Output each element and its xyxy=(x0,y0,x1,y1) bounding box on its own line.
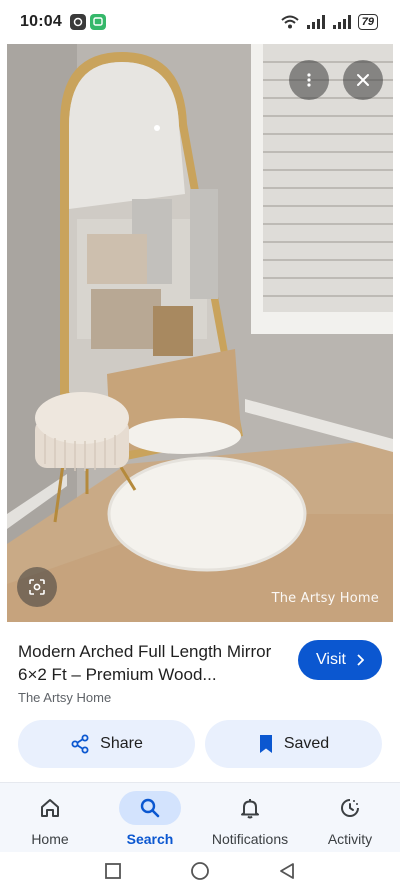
close-button[interactable] xyxy=(343,60,383,100)
notification-icons xyxy=(69,14,106,30)
signal-icon xyxy=(306,15,325,29)
back-icon[interactable] xyxy=(278,862,296,880)
saved-label: Saved xyxy=(283,735,330,752)
battery-indicator: 79 xyxy=(357,14,378,30)
nav-icon-container xyxy=(219,791,281,825)
nav-icon-container xyxy=(319,791,381,825)
app-notification-icon xyxy=(69,14,86,30)
nav-icon-container xyxy=(19,791,81,825)
chevron-right-icon xyxy=(357,654,364,666)
nav-label-search: Search xyxy=(126,831,174,847)
system-navigation xyxy=(0,852,400,890)
share-label: Share xyxy=(100,735,143,752)
home-circle-icon[interactable] xyxy=(190,861,210,881)
recents-icon[interactable] xyxy=(104,862,122,880)
nav-item-search[interactable]: Search xyxy=(100,783,200,853)
status-right: 79 xyxy=(280,14,378,30)
wifi-icon xyxy=(281,15,299,29)
more-vert-icon xyxy=(307,73,311,87)
nav-icon-container xyxy=(119,791,181,825)
nav-label-home: Home xyxy=(31,831,69,847)
status-time: 10:04 xyxy=(20,13,62,30)
signal-icon-2 xyxy=(332,15,351,29)
more-options-button[interactable] xyxy=(289,60,329,100)
close-icon xyxy=(357,74,369,86)
nav-label-notifications: Notifications xyxy=(211,831,289,847)
product-image[interactable]: The Artsy Home xyxy=(7,44,393,622)
room-illustration xyxy=(7,44,393,622)
saved-button[interactable]: Saved xyxy=(205,720,382,768)
nav-item-activity[interactable]: Activity xyxy=(300,783,400,853)
lens-button[interactable] xyxy=(17,567,57,607)
visit-button[interactable]: Visit xyxy=(298,640,382,680)
bottom-navigation: Home Search Notifications Activity xyxy=(0,782,400,852)
nav-item-notifications[interactable]: Notifications xyxy=(200,783,300,853)
nav-item-home[interactable]: Home xyxy=(0,783,100,853)
share-icon xyxy=(71,734,89,754)
status-bar: 10:04 79 xyxy=(0,0,400,44)
product-title[interactable]: Modern Arched Full Length Mirror 6×2 Ft … xyxy=(18,640,296,686)
visit-label: Visit xyxy=(316,651,346,668)
share-button[interactable]: Share xyxy=(18,720,195,768)
message-notification-icon xyxy=(89,14,106,30)
source-name[interactable]: The Artsy Home xyxy=(18,690,111,705)
activity-icon xyxy=(341,799,359,817)
search-icon xyxy=(140,798,160,818)
bookmark-icon xyxy=(259,735,272,753)
image-watermark: The Artsy Home xyxy=(271,591,379,606)
home-icon xyxy=(41,799,59,817)
lens-icon xyxy=(29,579,45,595)
nav-label-activity: Activity xyxy=(327,831,373,847)
bell-icon xyxy=(241,799,259,819)
